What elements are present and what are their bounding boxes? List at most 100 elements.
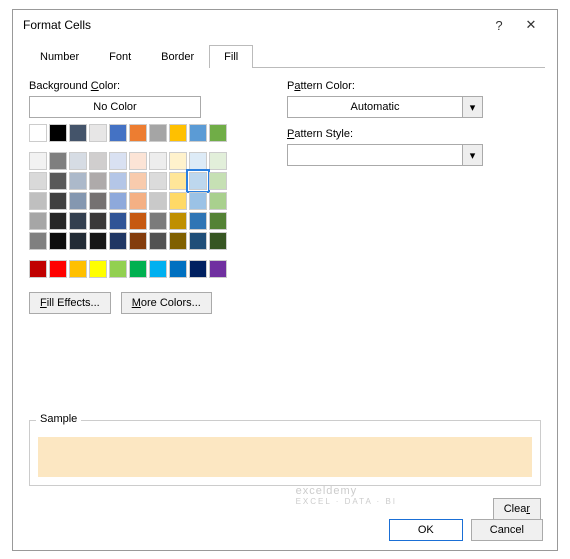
color-swatch[interactable]: [169, 152, 187, 170]
color-swatch[interactable]: [169, 192, 187, 210]
color-swatch[interactable]: [149, 232, 167, 250]
color-swatch[interactable]: [69, 192, 87, 210]
color-swatch[interactable]: [149, 172, 167, 190]
color-swatch[interactable]: [29, 192, 47, 210]
color-swatch[interactable]: [189, 232, 207, 250]
color-swatch[interactable]: [129, 232, 147, 250]
chevron-down-icon[interactable]: ▾: [462, 145, 482, 165]
no-color-button[interactable]: No Color: [29, 96, 201, 118]
color-swatch[interactable]: [89, 260, 107, 278]
color-swatch[interactable]: [129, 192, 147, 210]
color-swatch[interactable]: [89, 212, 107, 230]
close-icon[interactable]: ✕: [515, 17, 547, 33]
color-swatch[interactable]: [209, 232, 227, 250]
color-swatch[interactable]: [169, 124, 187, 142]
color-swatch[interactable]: [149, 192, 167, 210]
tab-strip: NumberFontBorderFill: [25, 44, 545, 68]
color-swatch[interactable]: [149, 124, 167, 142]
color-swatch[interactable]: [89, 232, 107, 250]
color-swatch[interactable]: [149, 152, 167, 170]
color-swatch[interactable]: [209, 172, 227, 190]
color-swatch[interactable]: [69, 152, 87, 170]
sample-preview: [38, 437, 532, 477]
tab-border[interactable]: Border: [146, 45, 209, 68]
color-swatch[interactable]: [29, 172, 47, 190]
pattern-style-value: [288, 145, 462, 165]
help-icon[interactable]: ?: [483, 18, 515, 33]
fill-effects-button[interactable]: Fill Effects...: [29, 292, 111, 314]
cancel-button[interactable]: Cancel: [471, 519, 543, 541]
color-swatch[interactable]: [109, 172, 127, 190]
color-swatch[interactable]: [189, 212, 207, 230]
pattern-style-dropdown[interactable]: ▾: [287, 144, 483, 166]
tab-fill[interactable]: Fill: [209, 45, 253, 68]
color-swatch[interactable]: [89, 192, 107, 210]
color-swatch[interactable]: [49, 124, 67, 142]
tab-number[interactable]: Number: [25, 45, 94, 68]
clear-button[interactable]: Clear: [493, 498, 541, 520]
color-swatch[interactable]: [209, 192, 227, 210]
color-swatch[interactable]: [69, 212, 87, 230]
sample-group: Sample: [29, 420, 541, 486]
color-swatch[interactable]: [29, 124, 47, 142]
color-swatch[interactable]: [69, 124, 87, 142]
color-swatch[interactable]: [189, 192, 207, 210]
color-swatch[interactable]: [189, 260, 207, 278]
color-swatch[interactable]: [209, 124, 227, 142]
pattern-color-value: Automatic: [288, 97, 462, 117]
color-swatch[interactable]: [169, 232, 187, 250]
color-swatch[interactable]: [29, 152, 47, 170]
color-swatch[interactable]: [89, 152, 107, 170]
color-swatch[interactable]: [109, 124, 127, 142]
color-swatch[interactable]: [49, 212, 67, 230]
color-swatch[interactable]: [149, 212, 167, 230]
more-colors-button[interactable]: More Colors...: [121, 292, 212, 314]
color-swatch[interactable]: [169, 212, 187, 230]
color-swatch[interactable]: [49, 192, 67, 210]
color-swatch[interactable]: [149, 260, 167, 278]
color-swatch[interactable]: [169, 260, 187, 278]
color-swatch[interactable]: [109, 260, 127, 278]
color-swatch[interactable]: [89, 124, 107, 142]
color-swatch[interactable]: [209, 260, 227, 278]
pattern-color-dropdown[interactable]: Automatic ▾: [287, 96, 483, 118]
color-swatch[interactable]: [189, 152, 207, 170]
chevron-down-icon[interactable]: ▾: [462, 97, 482, 117]
color-swatch[interactable]: [129, 212, 147, 230]
color-swatch[interactable]: [29, 232, 47, 250]
pattern-style-label: Pattern Style:: [287, 128, 541, 140]
color-swatch[interactable]: [69, 232, 87, 250]
sample-label: Sample: [36, 413, 81, 425]
color-swatch[interactable]: [109, 232, 127, 250]
color-swatch[interactable]: [29, 212, 47, 230]
color-swatch[interactable]: [129, 152, 147, 170]
color-swatch[interactable]: [69, 260, 87, 278]
dialog-title: Format Cells: [23, 18, 483, 32]
color-swatch[interactable]: [29, 260, 47, 278]
color-swatch[interactable]: [129, 172, 147, 190]
titlebar: Format Cells ? ✕: [13, 10, 557, 40]
color-swatch[interactable]: [49, 232, 67, 250]
color-swatch[interactable]: [109, 192, 127, 210]
watermark: exceldemy EXCEL · DATA · BI: [296, 485, 397, 506]
ok-button[interactable]: OK: [389, 519, 463, 541]
color-swatch[interactable]: [49, 152, 67, 170]
theme-color-row: [29, 124, 227, 142]
color-swatch[interactable]: [109, 152, 127, 170]
color-swatch[interactable]: [209, 212, 227, 230]
standard-color-row: [29, 260, 227, 278]
color-swatch[interactable]: [169, 172, 187, 190]
tab-font[interactable]: Font: [94, 45, 146, 68]
color-swatch[interactable]: [89, 172, 107, 190]
color-swatch[interactable]: [129, 260, 147, 278]
format-cells-dialog: Format Cells ? ✕ NumberFontBorderFill Ba…: [12, 9, 558, 551]
color-swatch[interactable]: [189, 124, 207, 142]
color-swatch[interactable]: [129, 124, 147, 142]
color-swatch[interactable]: [189, 172, 207, 190]
color-swatch[interactable]: [109, 212, 127, 230]
color-swatch[interactable]: [49, 172, 67, 190]
color-swatch[interactable]: [209, 152, 227, 170]
pattern-color-label: Pattern Color:: [287, 80, 541, 92]
color-swatch[interactable]: [69, 172, 87, 190]
color-swatch[interactable]: [49, 260, 67, 278]
